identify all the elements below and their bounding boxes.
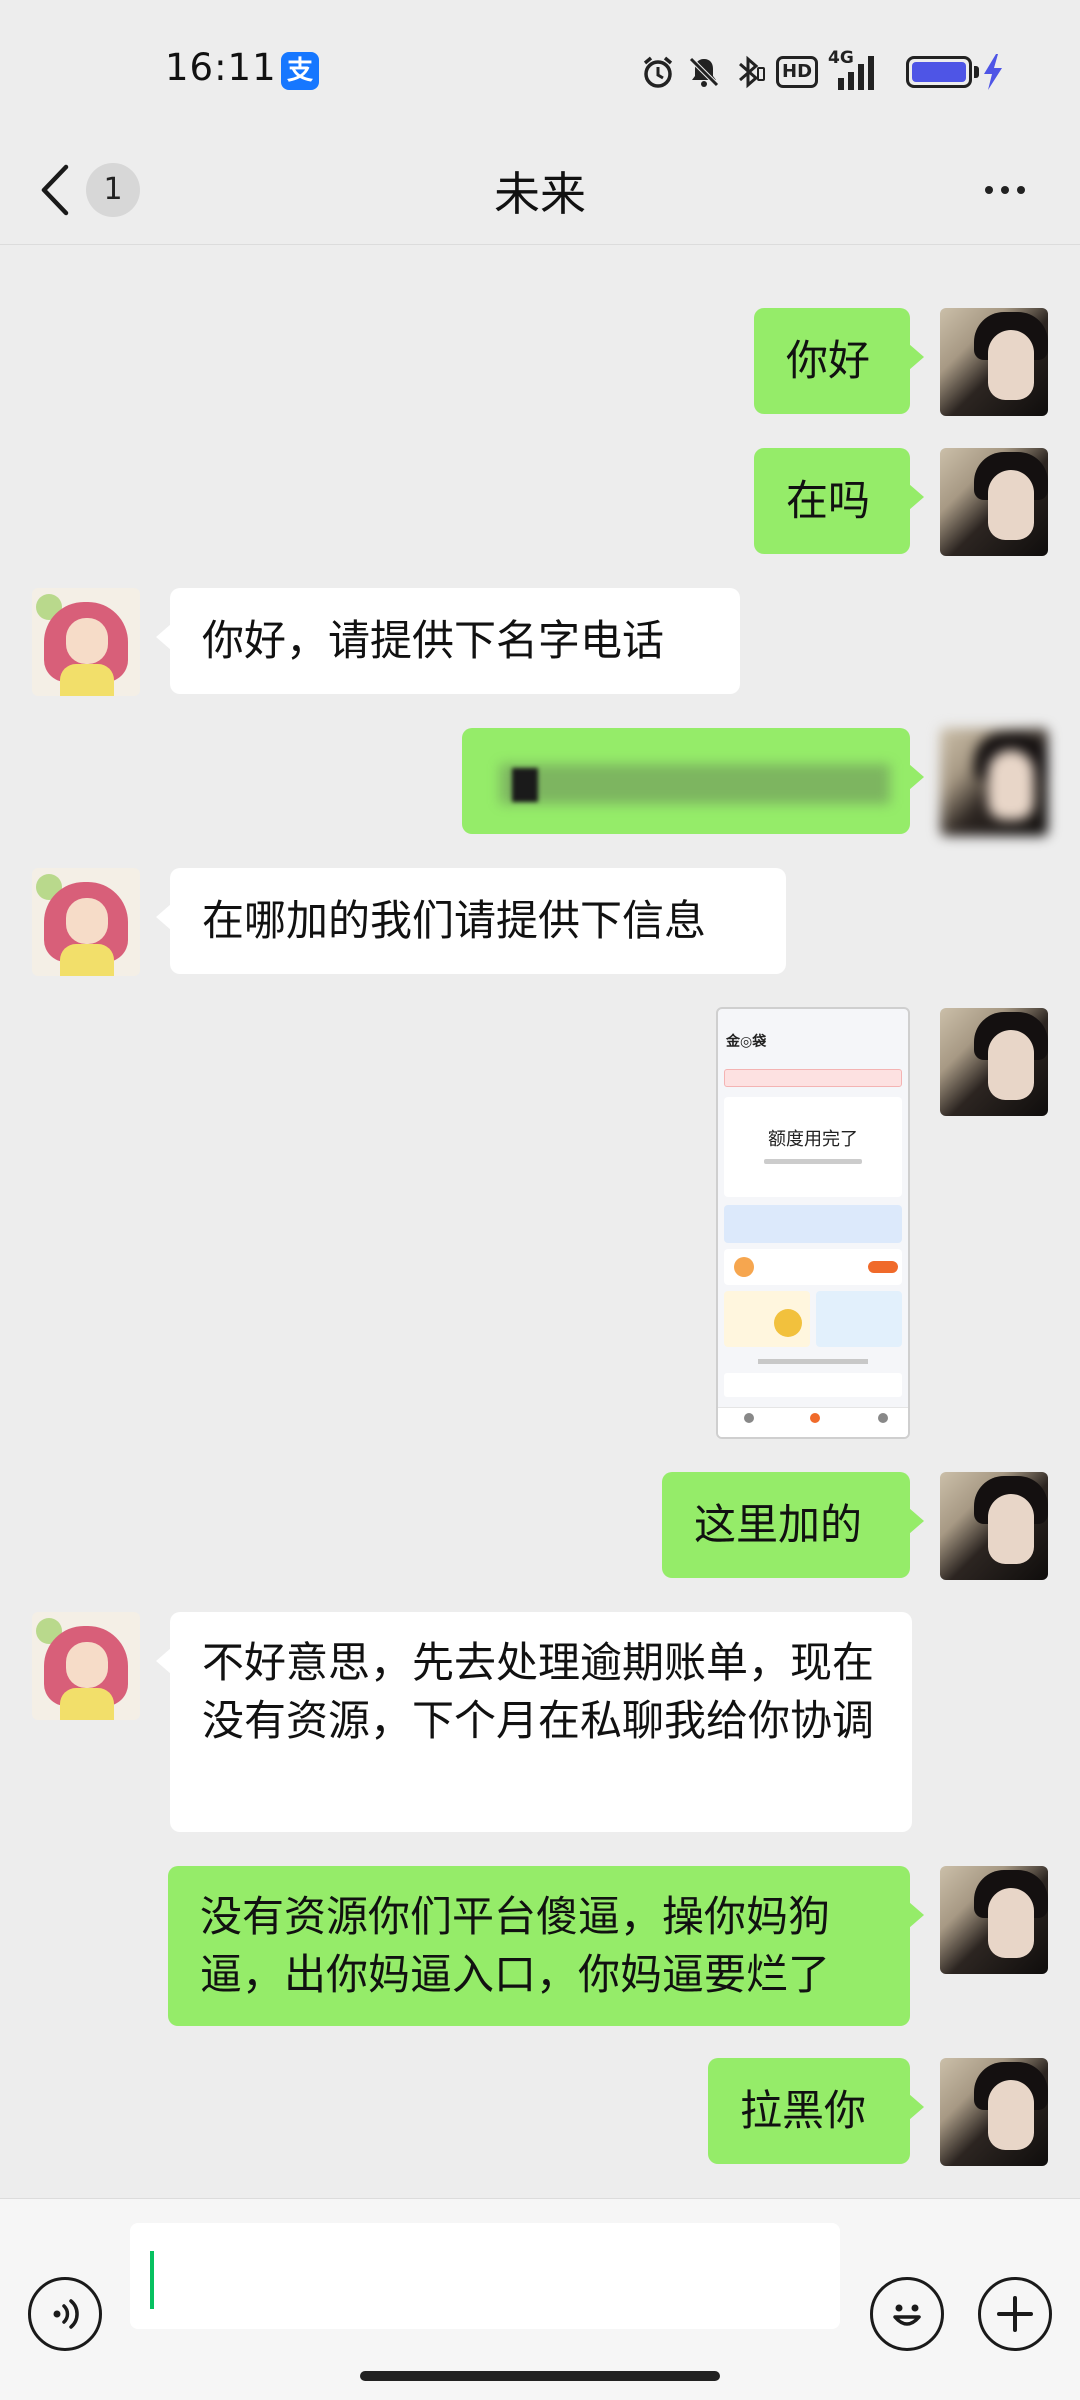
thumb-credit-card: 额度用完了 [724,1097,902,1197]
voice-icon [53,2299,79,2329]
chat-header: 1 未来 [0,140,1080,245]
message-bubble-sent[interactable]: 这里加的 [662,1472,924,1578]
thumb-alert-bar [724,1069,902,1087]
my-avatar[interactable] [940,448,1048,556]
thumb-tab-icon [810,1413,820,1423]
bluetooth-icon [732,52,766,92]
message-bubble-sent[interactable]: 你好 [754,308,924,414]
contact-avatar[interactable] [32,588,140,696]
contact-avatar[interactable] [32,1612,140,1720]
more-dot [1001,186,1009,194]
voice-button[interactable] [28,2277,102,2351]
thumb-tab-bar [718,1407,908,1437]
message-input[interactable] [130,2223,840,2329]
redaction-mark [512,768,538,802]
thumb-tab-icon [878,1413,888,1423]
message-bubble-sent[interactable]: 没有资源你们平台傻逼，操你妈狗逼，出你妈逼入口，你妈逼要烂了 [168,1866,924,2026]
network-label: 4G [828,48,854,68]
message-bubble-sent[interactable]: 拉黑你 [708,2058,924,2164]
more-dots-icon [985,186,993,194]
home-indicator[interactable] [360,2371,720,2381]
battery-tip [974,66,979,78]
thumb-security-row [724,1373,902,1397]
redaction-blur [500,764,890,804]
alipay-icon: 支 [281,52,319,90]
thumb-gold-coin-icon [774,1309,802,1337]
text-caret [150,2251,154,2309]
contact-avatar[interactable] [32,868,140,976]
thumb-promo-card [724,1205,902,1243]
status-bar: 16:11 支 HD 4G [0,0,1080,140]
thumb-security-divider [758,1359,868,1364]
thumb-coin-icon [734,1257,754,1277]
charging-icon [984,54,1002,90]
thumb-tab-icon [744,1413,754,1423]
chat-title: 未来 [494,167,586,221]
status-time: 16:11 [165,46,277,89]
battery-icon [906,56,972,88]
thumb-card-title: 额度用完了 [768,1129,858,1150]
thumb-app-logo: 金◎袋 [726,1034,767,1050]
more-dot [1017,186,1025,194]
my-avatar[interactable] [940,308,1048,416]
alarm-icon [640,52,676,92]
input-bar [0,2198,1080,2400]
message-bubble-received[interactable]: 你好，请提供下名字电话 [156,588,740,694]
my-avatar[interactable] [940,728,1048,836]
message-bubble-received[interactable]: 在哪加的我们请提供下信息 [156,868,786,974]
message-bubble-received[interactable]: 不好意思，先去处理逾期账单，现在没有资源，下个月在私聊我给你协调 [156,1612,912,1832]
my-avatar[interactable] [940,1008,1048,1116]
image-message-thumbnail[interactable]: 金◎袋 额度用完了 [716,1007,910,1439]
my-avatar[interactable] [940,1472,1048,1580]
plus-button[interactable] [978,2277,1052,2351]
hd-icon: HD [776,56,819,88]
emoji-button[interactable] [870,2277,944,2351]
emoji-icon [893,2304,921,2326]
thumb-offer-button [868,1261,898,1273]
thumb-card-subtitle [764,1159,862,1164]
my-avatar[interactable] [940,1866,1048,1974]
plus-icon [997,2296,1033,2332]
thumb-usage-card [816,1291,902,1347]
signal-4g-icon: 4G [828,48,880,92]
my-avatar[interactable] [940,2058,1048,2166]
mute-icon [686,52,722,92]
message-bubble-sent[interactable]: 在吗 [754,448,924,554]
more-options-button[interactable] [970,160,1040,220]
status-icons: HD 4G [640,48,880,96]
